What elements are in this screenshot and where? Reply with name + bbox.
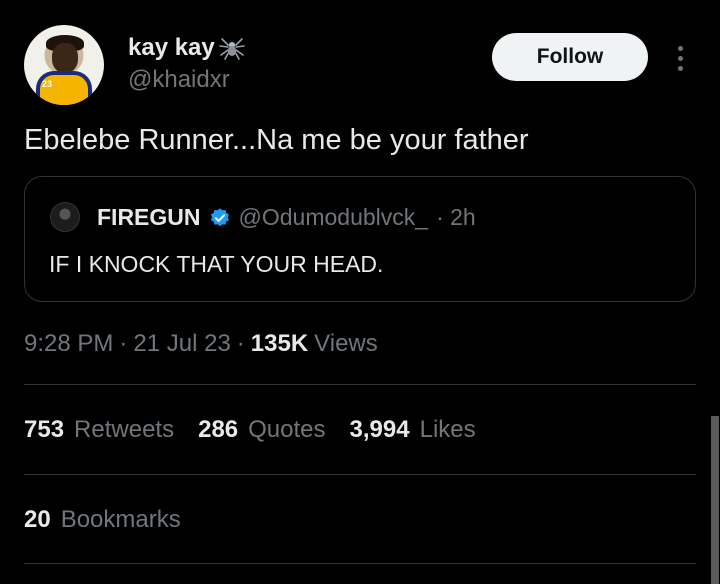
meta-separator: · [119,330,128,357]
retweets-label: Retweets [74,416,175,443]
divider [24,384,696,385]
meta-separator: · [236,330,245,357]
more-dot [677,65,683,71]
author-handle[interactable]: @khaidxr [128,66,230,94]
tweet-date[interactable]: 21 Jul 23 [133,330,230,358]
tweet-time[interactable]: 9:28 PM [24,330,113,358]
likes-label: Likes [419,416,476,443]
avatar-jersey-number: 23 [42,79,53,89]
scrollbar[interactable] [711,416,719,584]
author-name-row[interactable]: kay kay [128,34,245,62]
author-avatar[interactable]: 23 [24,25,104,105]
more-dot [677,45,683,51]
follow-button[interactable]: Follow [492,33,648,81]
bookmarks-label: Bookmarks [60,506,181,533]
quoted-author-handle: @Odumodublvck_ [238,204,429,230]
likes-count: 3,994 [349,416,410,443]
views-label: Views [314,330,378,357]
spider-emoji-icon [218,38,245,60]
engagement-stats: 753 Retweets 286 Quotes 3,994 Likes [24,416,476,444]
bookmarks-count: 20 [24,506,51,533]
author-name[interactable]: kay kay [128,34,215,62]
quoted-author-avatar[interactable] [50,202,80,232]
quoted-author-name: FIREGUN [97,204,201,230]
quotes-label: Quotes [248,416,326,443]
avatar-face [52,43,78,73]
retweets-count: 753 [24,416,65,443]
more-options-icon[interactable] [670,40,690,76]
quoted-tweet-header: FIREGUN @Odumodublvck_ · 2h [97,204,476,231]
quoted-tweet[interactable]: FIREGUN @Odumodublvck_ · 2h IF I KNOCK T… [24,176,696,302]
tweet-meta: 9:28 PM · 21 Jul 23 · 135K Views [24,330,378,358]
views-count: 135K [250,330,309,357]
tweet-text: Ebelebe Runner...Na me be your father [24,124,529,156]
quoted-tweet-time: · 2h [436,204,476,230]
likes-stat[interactable]: 3,994 Likes [350,416,476,444]
divider [24,474,696,475]
quotes-count: 286 [198,416,239,443]
bookmarks-stat[interactable]: 20 Bookmarks [24,506,181,534]
verified-badge-icon [210,207,229,226]
divider [24,563,696,564]
quotes-stat[interactable]: 286 Quotes [198,416,325,444]
quoted-tweet-text: IF I KNOCK THAT YOUR HEAD. [49,251,384,277]
more-dot [677,55,683,61]
retweets-stat[interactable]: 753 Retweets [24,416,174,444]
